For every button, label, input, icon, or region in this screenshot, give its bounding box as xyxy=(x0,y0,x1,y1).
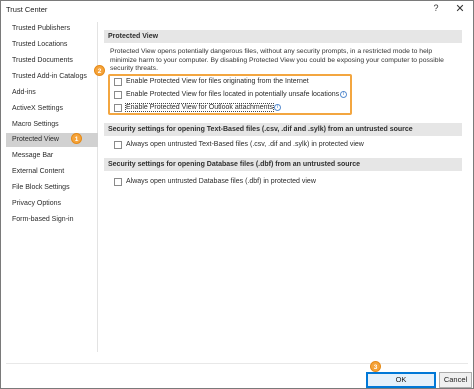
sidebar-item-trusted-publishers[interactable]: Trusted Publishers xyxy=(6,22,98,36)
sidebar-item-trusted-addin-catalogs[interactable]: Trusted Add-in Catalogs xyxy=(6,70,98,84)
text-files-label: Always open untrusted Text-Based files (… xyxy=(126,141,364,148)
database-files-checkbox[interactable] xyxy=(114,178,122,186)
protected-view-options-highlight xyxy=(108,74,352,115)
sidebar-item-trusted-documents[interactable]: Trusted Documents xyxy=(6,54,98,68)
ok-button[interactable]: OK xyxy=(366,372,436,388)
sidebar-item-activex-settings[interactable]: ActiveX Settings xyxy=(6,102,98,116)
cancel-button[interactable]: Cancel xyxy=(439,372,472,388)
step-marker-2: 2 xyxy=(94,65,105,76)
protected-view-description: Protected View opens potentially dangero… xyxy=(110,48,444,72)
sidebar-item-message-bar[interactable]: Message Bar xyxy=(6,149,98,163)
sidebar-item-file-block-settings[interactable]: File Block Settings xyxy=(6,181,98,195)
sidebar-item-add-ins[interactable]: Add-ins xyxy=(6,86,98,100)
help-icon[interactable]: ? xyxy=(429,3,443,16)
sidebar-item-macro-settings[interactable]: Macro Settings xyxy=(6,118,98,132)
step-marker-3: 3 xyxy=(370,361,381,372)
dialog-title: Trust Center xyxy=(6,5,48,14)
sidebar-item-protected-view[interactable]: Protected View xyxy=(6,133,98,147)
text-files-checkbox[interactable] xyxy=(114,141,122,149)
database-files-header: Security settings for opening Database f… xyxy=(104,158,462,171)
title-bar: Trust Center ? ✕ xyxy=(1,1,473,18)
sidebar: Trusted Publishers Trusted Locations Tru… xyxy=(6,22,98,352)
step-marker-1: 1 xyxy=(71,133,82,144)
close-icon[interactable]: ✕ xyxy=(453,2,467,16)
database-files-label: Always open untrusted Database files (.d… xyxy=(126,178,316,185)
text-files-header: Security settings for opening Text-Based… xyxy=(104,123,462,136)
protected-view-header: Protected View xyxy=(104,30,462,43)
protected-view-panel: Protected View Protected View opens pote… xyxy=(104,22,462,352)
sidebar-item-form-based-sign-in[interactable]: Form-based Sign-in xyxy=(6,213,98,227)
sidebar-item-external-content[interactable]: External Content xyxy=(6,165,98,179)
sidebar-item-trusted-locations[interactable]: Trusted Locations xyxy=(6,38,98,52)
footer-divider xyxy=(6,363,468,364)
sidebar-item-privacy-options[interactable]: Privacy Options xyxy=(6,197,98,211)
trust-center-dialog: Trust Center ? ✕ Trusted Publishers Trus… xyxy=(0,0,474,389)
